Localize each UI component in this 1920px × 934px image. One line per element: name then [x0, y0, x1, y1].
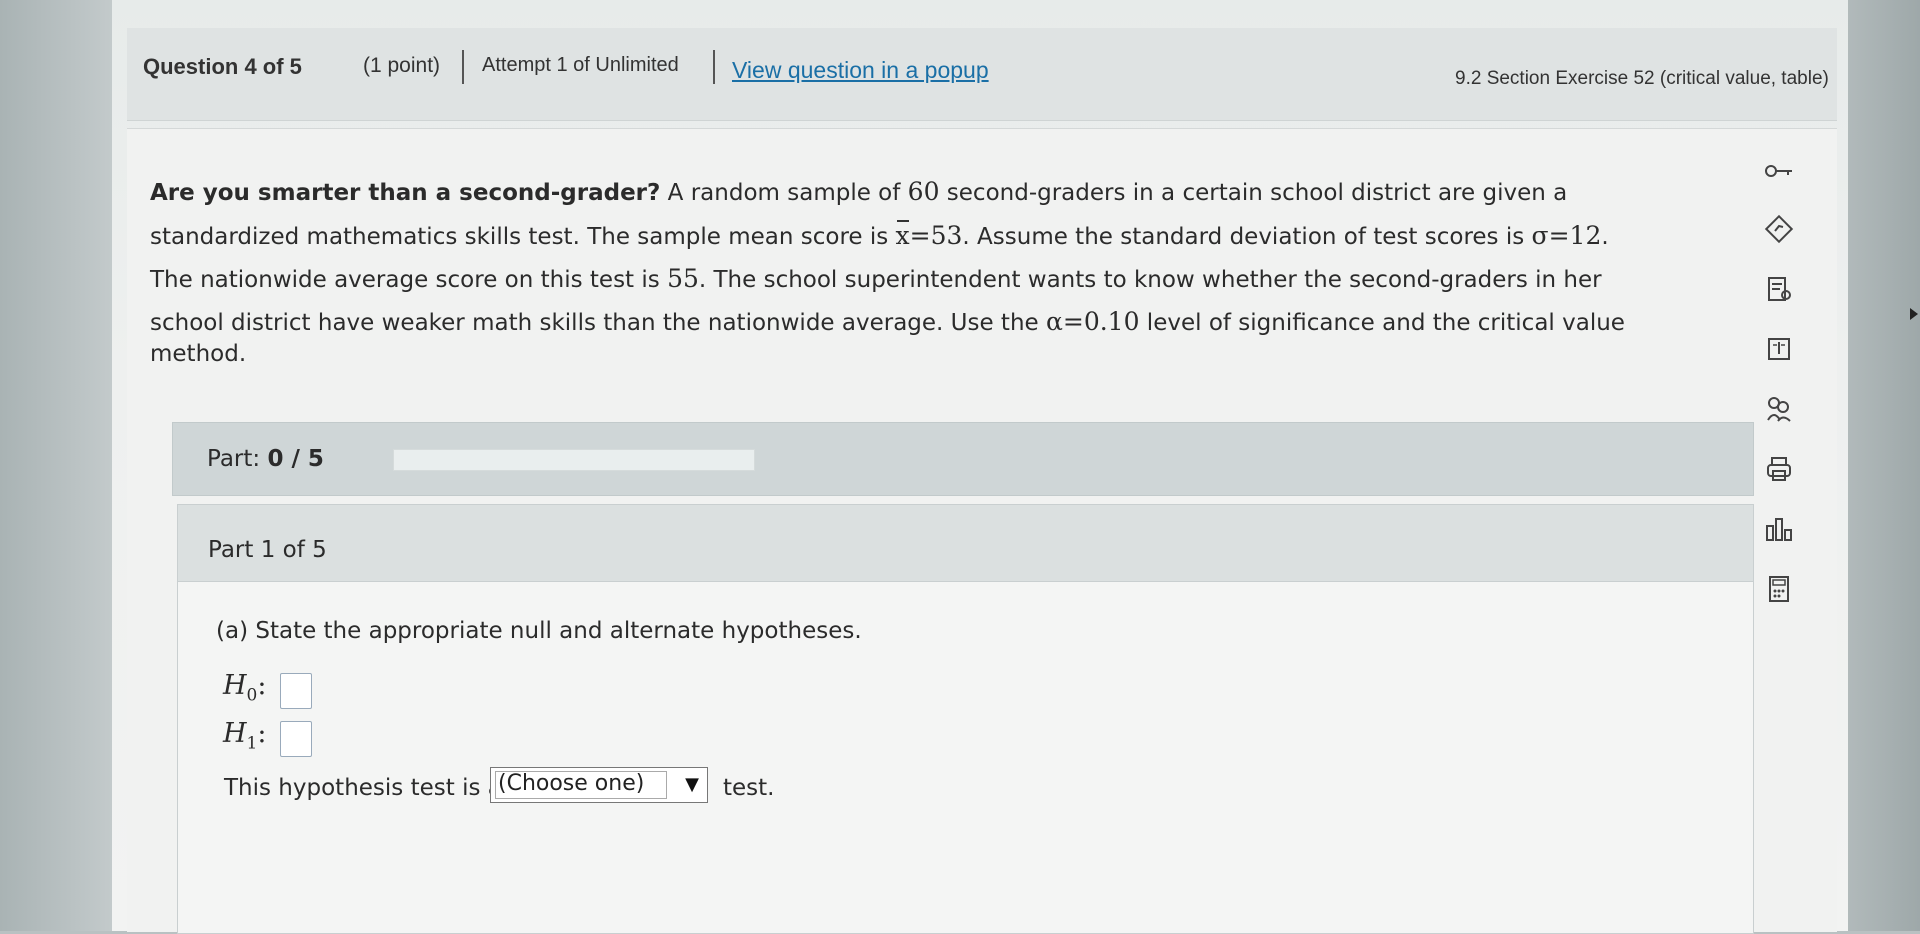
sample-size: 60 — [907, 177, 940, 206]
question-sheet: Question 4 of 5 (1 point) Attempt 1 of U… — [112, 0, 1848, 934]
problem-line: school district have weaker math skills … — [150, 307, 1625, 336]
problem-lead: Are you smarter than a second-grader? — [150, 180, 661, 206]
tutor-icon[interactable] — [1762, 392, 1796, 426]
problem-text: second-graders in a certain school distr… — [939, 180, 1568, 206]
part-progress-label: Part: 0 / 5 — [207, 446, 324, 472]
book-icon[interactable] — [1762, 332, 1796, 366]
part-progress-value: 0 / 5 — [267, 446, 324, 472]
problem-line: method. — [150, 341, 247, 367]
problem-text: . The school superintendent wants to kno… — [698, 267, 1602, 293]
h1-colon: : — [257, 718, 267, 749]
problem-text: standardized mathematics skills test. Th… — [150, 224, 896, 250]
sigma-value: σ=12 — [1531, 221, 1602, 250]
tool-column — [1756, 154, 1802, 634]
question-content: Are you smarter than a second-grader? A … — [127, 128, 1837, 934]
header-divider — [713, 50, 715, 84]
part-1-title: Part 1 of 5 — [208, 537, 327, 563]
problem-line: standardized mathematics skills test. Th… — [150, 220, 1609, 250]
alpha-value: α=0.10 — [1046, 307, 1140, 336]
attempt-label: Attempt 1 of Unlimited — [482, 54, 679, 76]
problem-text: A random sample of — [660, 180, 908, 206]
null-hypothesis-label: H0: — [223, 670, 266, 705]
chart-icon[interactable] — [1762, 512, 1796, 546]
problem-line: The nationwide average score on this tes… — [150, 264, 1602, 293]
test-type-prefix: This hypothesis test is a — [224, 775, 502, 801]
alternate-hypothesis-label: H1: — [223, 718, 266, 753]
null-hypothesis-input[interactable] — [280, 673, 312, 709]
part-progress-bar: Part: 0 / 5 — [172, 422, 1754, 496]
alternate-hypothesis-input[interactable] — [280, 721, 312, 757]
view-popup-link[interactable]: View question in a popup — [732, 57, 989, 84]
problem-text: . — [1601, 224, 1609, 250]
h0-subscript: 0 — [246, 685, 258, 706]
problem-text: level of significance and the critical v… — [1139, 310, 1625, 336]
problem-text: school district have weaker math skills … — [150, 310, 1046, 336]
section-label: 9.2 Section Exercise 52 (critical value,… — [1455, 68, 1829, 89]
side-arrow-icon[interactable] — [1910, 308, 1918, 320]
h0-colon: : — [257, 670, 267, 701]
checklist-icon[interactable] — [1762, 272, 1796, 306]
part-label-text: Part: — [207, 446, 261, 472]
problem-text: . Assume the standard deviation of test … — [962, 224, 1532, 250]
h1-subscript: 1 — [246, 733, 258, 754]
test-type-select[interactable]: (Choose one) ▼ — [490, 767, 708, 803]
xbar-symbol: x — [895, 220, 910, 250]
population-mean: 55 — [667, 264, 699, 293]
sample-mean: x=53 — [895, 220, 963, 250]
print-icon[interactable] — [1762, 452, 1796, 486]
calculator-icon[interactable] — [1762, 572, 1796, 606]
test-type-suffix: test. — [723, 775, 775, 801]
question-points: (1 point) — [363, 54, 441, 77]
question-title: Question 4 of 5 — [143, 54, 302, 79]
key-icon[interactable] — [1762, 154, 1796, 188]
left-background — [0, 0, 112, 931]
part-instruction: (a) State the appropriate null and alter… — [216, 618, 862, 644]
h0-symbol: H — [223, 670, 247, 701]
part-1-panel: Part 1 of 5 (a) State the appropriate nu… — [177, 504, 1754, 934]
problem-text: The nationwide average score on this tes… — [150, 267, 668, 293]
part-1-header: Part 1 of 5 — [178, 505, 1753, 582]
problem-line: Are you smarter than a second-grader? A … — [150, 177, 1567, 206]
chevron-down-icon: ▼ — [685, 774, 699, 795]
question-header: Question 4 of 5 (1 point) Attempt 1 of U… — [127, 28, 1837, 121]
test-type-selected: (Choose one) — [498, 771, 645, 796]
answer-icon[interactable] — [1762, 212, 1796, 246]
progress-track — [393, 449, 755, 471]
header-divider — [462, 50, 464, 84]
h1-symbol: H — [223, 718, 247, 749]
xbar-value: =53 — [909, 221, 963, 250]
